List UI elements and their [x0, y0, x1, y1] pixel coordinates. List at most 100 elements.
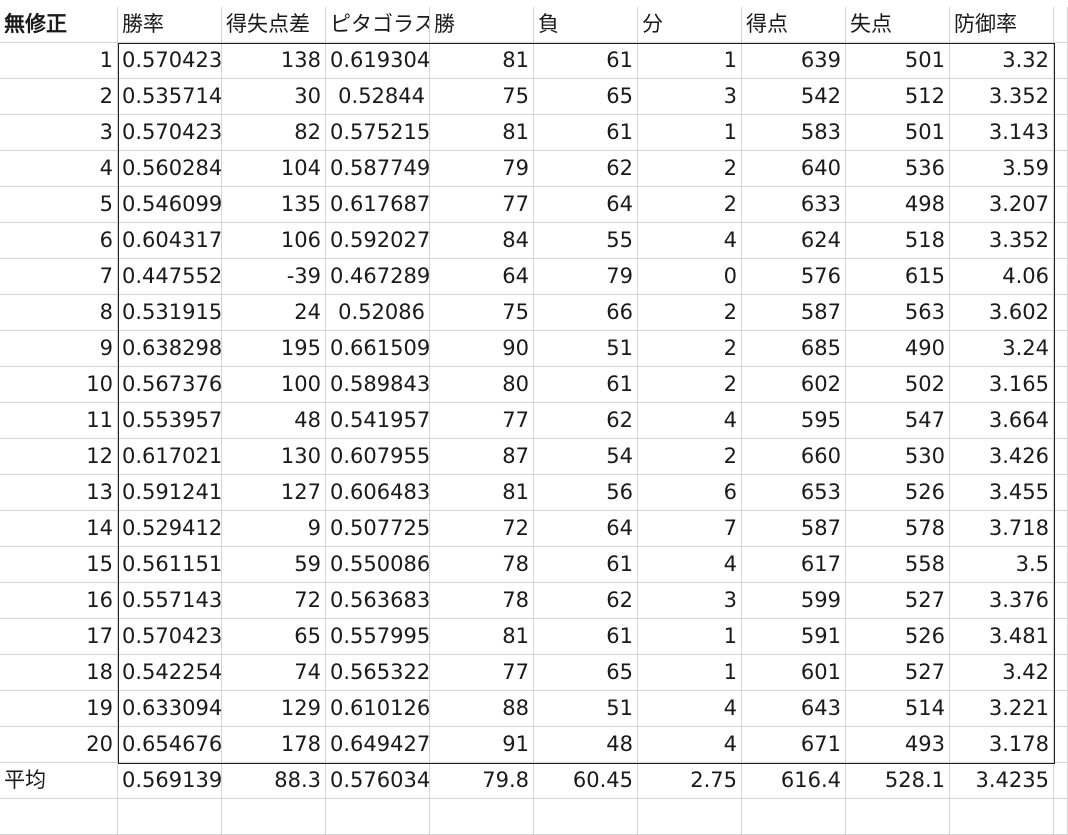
- data-cell[interactable]: 0.542254: [118, 655, 222, 690]
- column-header-cell[interactable]: 勝率: [118, 7, 222, 42]
- data-cell[interactable]: 527: [846, 655, 950, 690]
- data-cell[interactable]: 2: [638, 295, 742, 330]
- data-cell[interactable]: 0: [638, 259, 742, 294]
- data-cell[interactable]: 501: [846, 43, 950, 78]
- data-cell[interactable]: 100: [222, 367, 326, 402]
- average-value-cell[interactable]: 616.4: [742, 763, 846, 798]
- row-number-cell[interactable]: 18: [0, 655, 118, 690]
- data-cell[interactable]: 0.541957: [326, 403, 430, 438]
- data-cell[interactable]: 0.529412: [118, 511, 222, 546]
- data-cell[interactable]: 526: [846, 475, 950, 510]
- row-number-cell[interactable]: 12: [0, 439, 118, 474]
- average-value-cell[interactable]: 0.569139: [118, 763, 222, 798]
- column-header-cell[interactable]: 負: [534, 7, 638, 42]
- data-cell[interactable]: 178: [222, 727, 326, 762]
- column-header-cell[interactable]: 得失点差: [222, 7, 326, 42]
- empty-cell[interactable]: [326, 799, 430, 834]
- data-cell[interactable]: 0.607955: [326, 439, 430, 474]
- empty-cell[interactable]: [1054, 79, 1068, 114]
- data-cell[interactable]: 0.649427: [326, 727, 430, 762]
- data-cell[interactable]: 48: [222, 403, 326, 438]
- data-cell[interactable]: 61: [534, 43, 638, 78]
- row-number-cell[interactable]: 15: [0, 547, 118, 582]
- data-cell[interactable]: 0.633094: [118, 691, 222, 726]
- data-cell[interactable]: 3.178: [950, 727, 1054, 762]
- average-value-cell[interactable]: 2.75: [638, 763, 742, 798]
- data-cell[interactable]: 135: [222, 187, 326, 222]
- data-cell[interactable]: 514: [846, 691, 950, 726]
- data-cell[interactable]: 0.546099: [118, 187, 222, 222]
- empty-cell[interactable]: [1054, 547, 1068, 582]
- row-number-cell[interactable]: 1: [0, 43, 118, 78]
- average-value-cell[interactable]: 0.576034: [326, 763, 430, 798]
- data-cell[interactable]: 9: [222, 511, 326, 546]
- empty-cell[interactable]: [1054, 403, 1068, 438]
- data-cell[interactable]: 0.553957: [118, 403, 222, 438]
- data-cell[interactable]: 2: [638, 151, 742, 186]
- data-cell[interactable]: 81: [430, 475, 534, 510]
- data-cell[interactable]: 558: [846, 547, 950, 582]
- data-cell[interactable]: 617: [742, 547, 846, 582]
- average-value-cell[interactable]: 528.1: [846, 763, 950, 798]
- data-cell[interactable]: 3.352: [950, 79, 1054, 114]
- data-cell[interactable]: 0.570423: [118, 43, 222, 78]
- data-cell[interactable]: 62: [534, 583, 638, 618]
- data-cell[interactable]: 48: [534, 727, 638, 762]
- row-number-cell[interactable]: 6: [0, 223, 118, 258]
- data-cell[interactable]: 4: [638, 403, 742, 438]
- data-cell[interactable]: 106: [222, 223, 326, 258]
- data-cell[interactable]: 0.561151: [118, 547, 222, 582]
- data-cell[interactable]: 74: [222, 655, 326, 690]
- data-cell[interactable]: 1: [638, 43, 742, 78]
- data-cell[interactable]: 104: [222, 151, 326, 186]
- data-cell[interactable]: 78: [430, 583, 534, 618]
- data-cell[interactable]: 78: [430, 547, 534, 582]
- data-cell[interactable]: 0.467289: [326, 259, 430, 294]
- column-header-cell[interactable]: 得点: [742, 7, 846, 42]
- data-cell[interactable]: 30: [222, 79, 326, 114]
- data-cell[interactable]: 24: [222, 295, 326, 330]
- data-cell[interactable]: 2: [638, 439, 742, 474]
- data-cell[interactable]: 75: [430, 79, 534, 114]
- data-cell[interactable]: 587: [742, 295, 846, 330]
- data-cell[interactable]: 3: [638, 583, 742, 618]
- data-cell[interactable]: 127: [222, 475, 326, 510]
- data-cell[interactable]: 0.565322: [326, 655, 430, 690]
- row-number-cell[interactable]: 17: [0, 619, 118, 654]
- data-cell[interactable]: 3.165: [950, 367, 1054, 402]
- row-number-cell[interactable]: 13: [0, 475, 118, 510]
- data-cell[interactable]: 65: [222, 619, 326, 654]
- data-cell[interactable]: 1: [638, 655, 742, 690]
- data-cell[interactable]: 65: [534, 655, 638, 690]
- average-value-cell[interactable]: 3.4235: [950, 763, 1054, 798]
- data-cell[interactable]: 91: [430, 727, 534, 762]
- data-cell[interactable]: 88: [430, 691, 534, 726]
- empty-cell[interactable]: [1054, 439, 1068, 474]
- data-cell[interactable]: 0.654676: [118, 727, 222, 762]
- data-cell[interactable]: 0.587749: [326, 151, 430, 186]
- data-cell[interactable]: 4: [638, 547, 742, 582]
- data-cell[interactable]: 530: [846, 439, 950, 474]
- data-cell[interactable]: 498: [846, 187, 950, 222]
- data-cell[interactable]: 3.5: [950, 547, 1054, 582]
- row-number-cell[interactable]: 16: [0, 583, 118, 618]
- empty-cell[interactable]: [1054, 187, 1068, 222]
- data-cell[interactable]: 0.570423: [118, 115, 222, 150]
- data-cell[interactable]: 2: [638, 367, 742, 402]
- data-cell[interactable]: 536: [846, 151, 950, 186]
- data-cell[interactable]: 0.531915: [118, 295, 222, 330]
- data-cell[interactable]: 587: [742, 511, 846, 546]
- data-cell[interactable]: 0.604317: [118, 223, 222, 258]
- data-cell[interactable]: 0.557995: [326, 619, 430, 654]
- data-cell[interactable]: 0.570423: [118, 619, 222, 654]
- data-cell[interactable]: 0.507725: [326, 511, 430, 546]
- data-cell[interactable]: 138: [222, 43, 326, 78]
- data-cell[interactable]: 2: [638, 331, 742, 366]
- data-cell[interactable]: 64: [534, 511, 638, 546]
- data-cell[interactable]: 61: [534, 619, 638, 654]
- average-value-cell[interactable]: 60.45: [534, 763, 638, 798]
- empty-cell[interactable]: [1054, 511, 1068, 546]
- empty-cell[interactable]: [846, 799, 950, 834]
- data-cell[interactable]: 1: [638, 619, 742, 654]
- data-cell[interactable]: 639: [742, 43, 846, 78]
